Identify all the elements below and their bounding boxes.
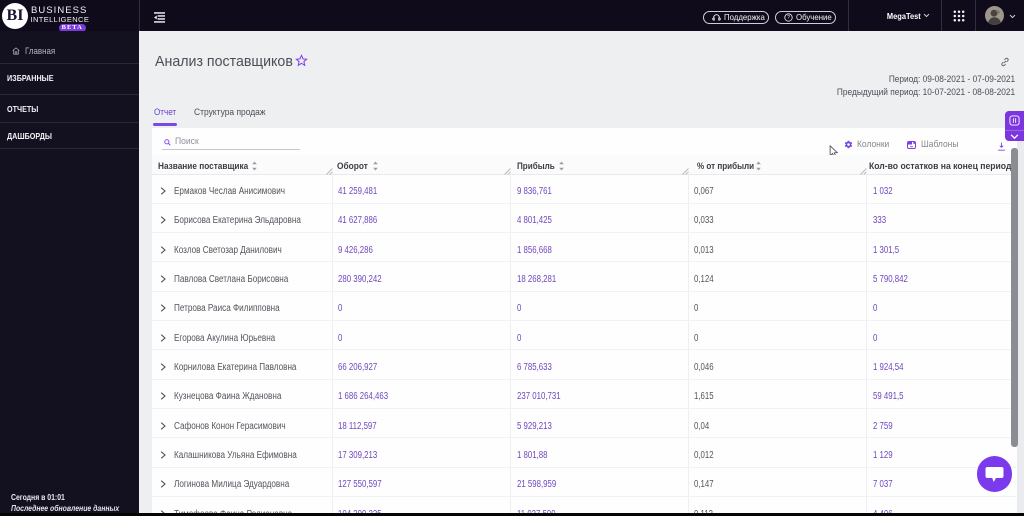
svg-text:?: ? bbox=[787, 15, 790, 21]
